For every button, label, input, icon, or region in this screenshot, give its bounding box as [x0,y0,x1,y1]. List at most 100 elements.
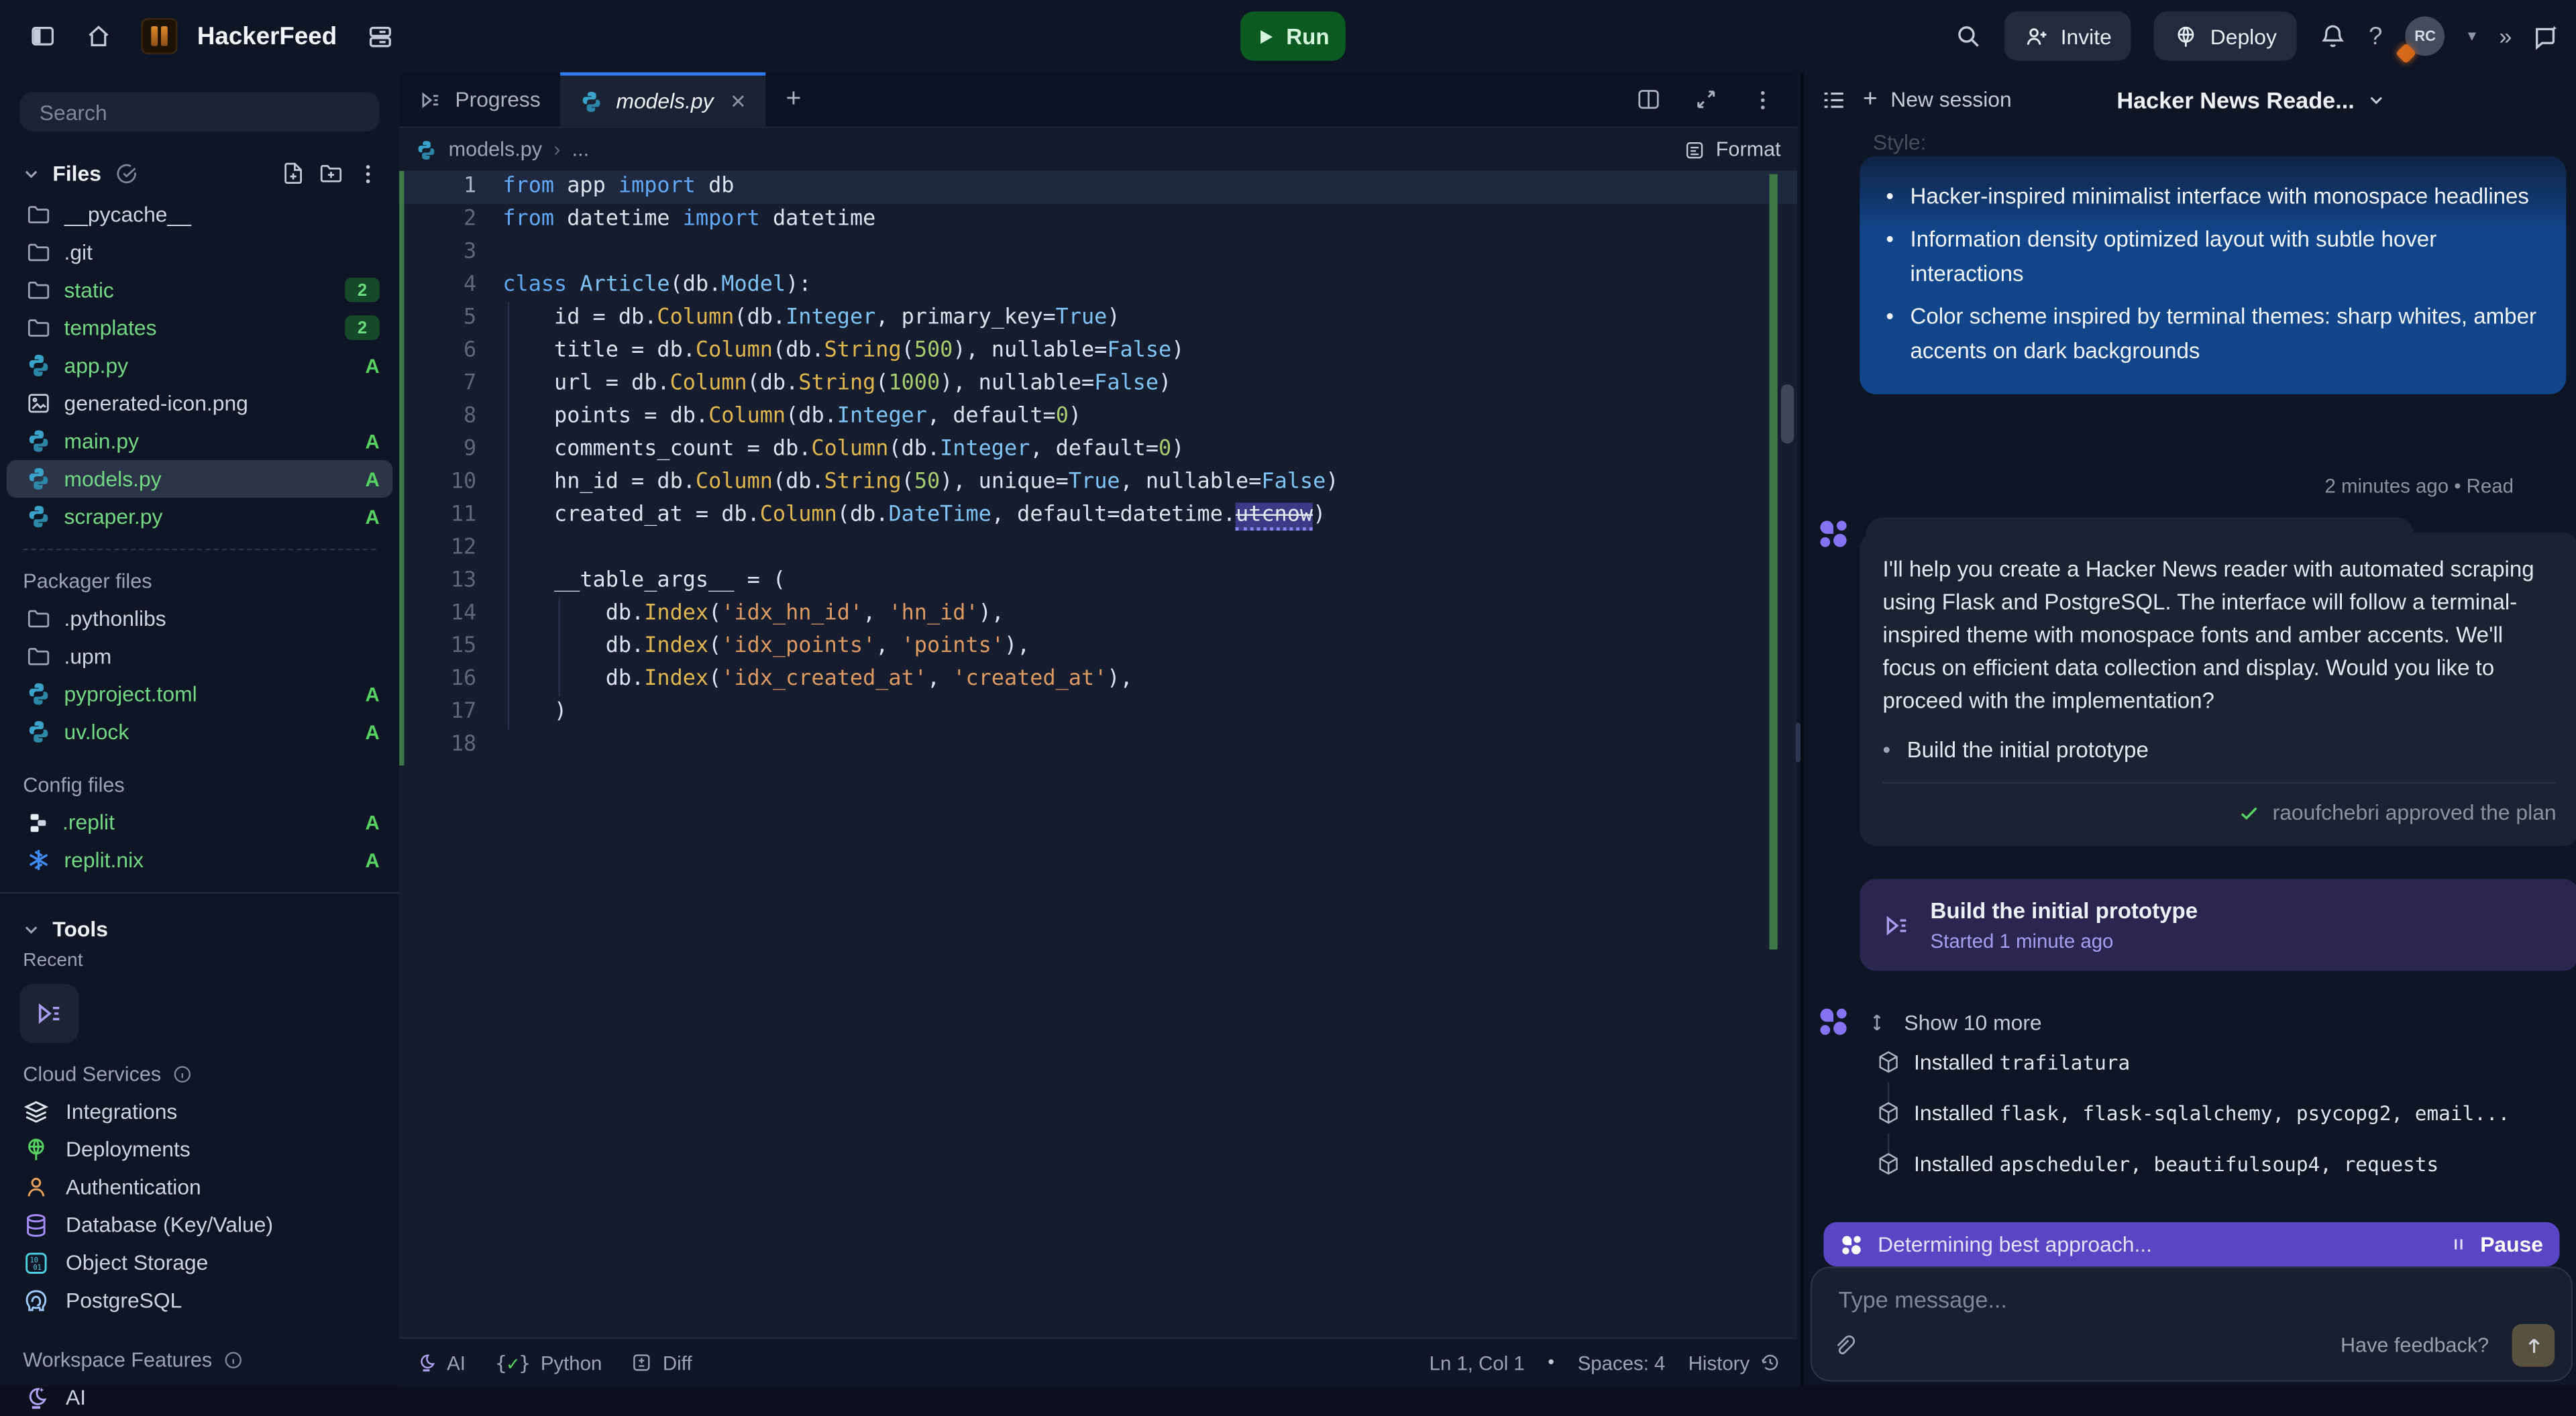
breadcrumb-more[interactable]: ... [572,138,590,161]
file-row[interactable]: pyproject.toml A [7,675,393,713]
chat-scroll-area[interactable]: Style: •Hacker-inspired minimalist inter… [1804,127,2576,1222]
session-list-icon[interactable] [1820,87,1846,113]
message-input[interactable] [1835,1285,2548,1314]
python-icon [416,139,437,160]
new-session-button[interactable]: + New session [1863,85,2012,113]
code-line[interactable]: 16 db.Index('idx_created_at', 'created_a… [399,663,1797,696]
code-editor[interactable]: 1from app import db2from datetime import… [399,171,1797,1339]
help-icon[interactable]: ? [2369,22,2382,50]
file-row[interactable]: .upm [7,637,393,675]
file-row-selected[interactable]: models.py A [7,460,393,498]
file-row[interactable]: static 2 [7,271,393,309]
search-icon[interactable] [1955,23,1982,49]
sidebar-toggle-icon[interactable] [30,23,56,49]
code-line[interactable]: 17 ) [399,696,1797,729]
status-diff[interactable]: Diff [631,1351,692,1374]
account-chevron-icon[interactable]: ▾ [2468,27,2476,45]
editor-scrollbar[interactable] [1781,384,1794,443]
new-folder-icon[interactable] [319,161,343,186]
run-button[interactable]: Run [1240,11,1346,60]
close-tab-icon[interactable]: ✕ [730,89,747,112]
code-line[interactable]: 8 points = db.Column(db.Integer, default… [399,401,1797,434]
home-icon[interactable] [85,23,111,49]
send-button[interactable] [2512,1324,2555,1367]
file-row[interactable]: app.py A [7,347,393,384]
avatar[interactable]: RC [2406,16,2445,56]
sidebar-item-ai[interactable]: AI [0,1378,399,1416]
info-icon[interactable] [223,1350,243,1370]
tab-models-py[interactable]: models.py ✕ [560,72,766,127]
code-line[interactable]: 7 url = db.Column(db.String(1000), nulla… [399,368,1797,401]
sidebar-search[interactable] [19,92,379,131]
code-line[interactable]: 2from datetime import datetime [399,204,1797,237]
chat-sparkle-icon[interactable] [2532,22,2560,50]
app-title[interactable]: HackerFeed [197,22,337,50]
code-line[interactable]: 10 hn_id = db.Column(db.String(50), uniq… [399,467,1797,500]
sidebar-item-authentication[interactable]: Authentication [0,1168,399,1205]
expand-icon[interactable] [1694,87,1719,112]
sidebar-item-object-storage[interactable]: 1001 Object Storage [0,1244,399,1281]
file-row[interactable]: .git [7,233,393,271]
attach-paperclip-icon[interactable] [1832,1333,1857,1358]
sidebar-item-deployments[interactable]: Deployments [0,1130,399,1168]
code-line[interactable]: 13 __table_args__ = ( [399,565,1797,598]
split-view-icon[interactable] [1636,87,1661,112]
code-line[interactable]: 11 created_at = db.Column(db.DateTime, d… [399,499,1797,532]
sidebar-item-database[interactable]: Database (Key/Value) [0,1206,399,1244]
code-line[interactable]: 3 [399,237,1797,270]
file-row[interactable]: uv.lock A [7,713,393,751]
database-icon [23,1211,49,1238]
plan-text: I'll help you create a Hacker News reade… [1883,553,2557,718]
status-ai[interactable]: AI [416,1351,466,1374]
cursor-position[interactable]: Ln 1, Col 1 [1430,1351,1525,1374]
file-row[interactable]: templates 2 [7,309,393,346]
tab-progress[interactable]: Progress [399,72,560,127]
file-row[interactable]: main.py A [7,422,393,459]
agent-working-banner[interactable]: Determining best approach... Pause [1823,1222,2559,1266]
search-input[interactable] [36,98,363,126]
code-line[interactable]: 9 comments_count = db.Column(db.Integer,… [399,434,1797,467]
new-file-icon[interactable] [281,161,306,186]
file-row[interactable]: replit.nix A [7,841,393,879]
panel-scrollbar[interactable] [1796,723,1801,763]
code-line[interactable]: 15 db.Index('idx_points', 'points'), [399,631,1797,663]
code-line[interactable]: 18 [399,729,1797,762]
pause-button[interactable]: Pause [2449,1232,2543,1257]
code-line[interactable]: 5 id = db.Column(db.Integer, primary_key… [399,303,1797,335]
kebab-menu-icon[interactable] [1752,88,1774,111]
task-card[interactable]: Build the initial prototype Started 1 mi… [1860,879,2576,971]
session-title[interactable]: Hacker News Reade... [2116,87,2384,113]
storage-icon[interactable] [366,22,394,50]
code-line[interactable]: 14 db.Index('idx_hn_id', 'hn_id'), [399,598,1797,631]
tools-header[interactable]: Tools [0,907,399,951]
code-line[interactable]: 12 [399,532,1797,565]
code-line[interactable]: 6 title = db.Column(db.String(500), null… [399,335,1797,368]
file-row[interactable]: .replit A [7,804,393,841]
invite-button[interactable]: Invite [2004,11,2131,60]
code-line[interactable]: 1from app import db [399,171,1797,204]
show-more-row[interactable]: Show 10 more [1817,1005,2042,1038]
message-input-card[interactable]: Have feedback? [1811,1266,2573,1381]
info-icon[interactable] [172,1065,192,1084]
sidebar-item-postgresql[interactable]: PostgreSQL [0,1281,399,1319]
deploy-button[interactable]: Deploy [2154,11,2296,60]
file-row[interactable]: scraper.py A [7,498,393,535]
file-row[interactable]: generated-icon.png [7,384,393,422]
breadcrumb-file[interactable]: models.py [449,138,543,161]
kebab-menu-icon[interactable] [356,162,379,184]
feedback-link[interactable]: Have feedback? [2341,1334,2489,1357]
recent-tool-progress[interactable] [19,984,78,1043]
file-row[interactable]: __pycache__ [7,195,393,233]
code-line[interactable]: 4class Article(db.Model): [399,270,1797,303]
files-header[interactable]: Files [0,151,399,195]
history-button[interactable]: History [1688,1351,1781,1374]
file-row[interactable]: .pythonlibs [7,600,393,637]
sidebar-item-integrations[interactable]: Integrations [0,1093,399,1130]
collapse-panel-icon[interactable]: » [2499,23,2508,49]
notifications-icon[interactable] [2320,23,2346,49]
run-label: Run [1286,24,1329,49]
status-language[interactable]: {✓} Python [495,1351,602,1374]
new-tab-button[interactable]: + [766,72,821,127]
format-button[interactable]: Format [1684,138,1780,161]
indentation-setting[interactable]: Spaces: 4 [1578,1351,1666,1374]
